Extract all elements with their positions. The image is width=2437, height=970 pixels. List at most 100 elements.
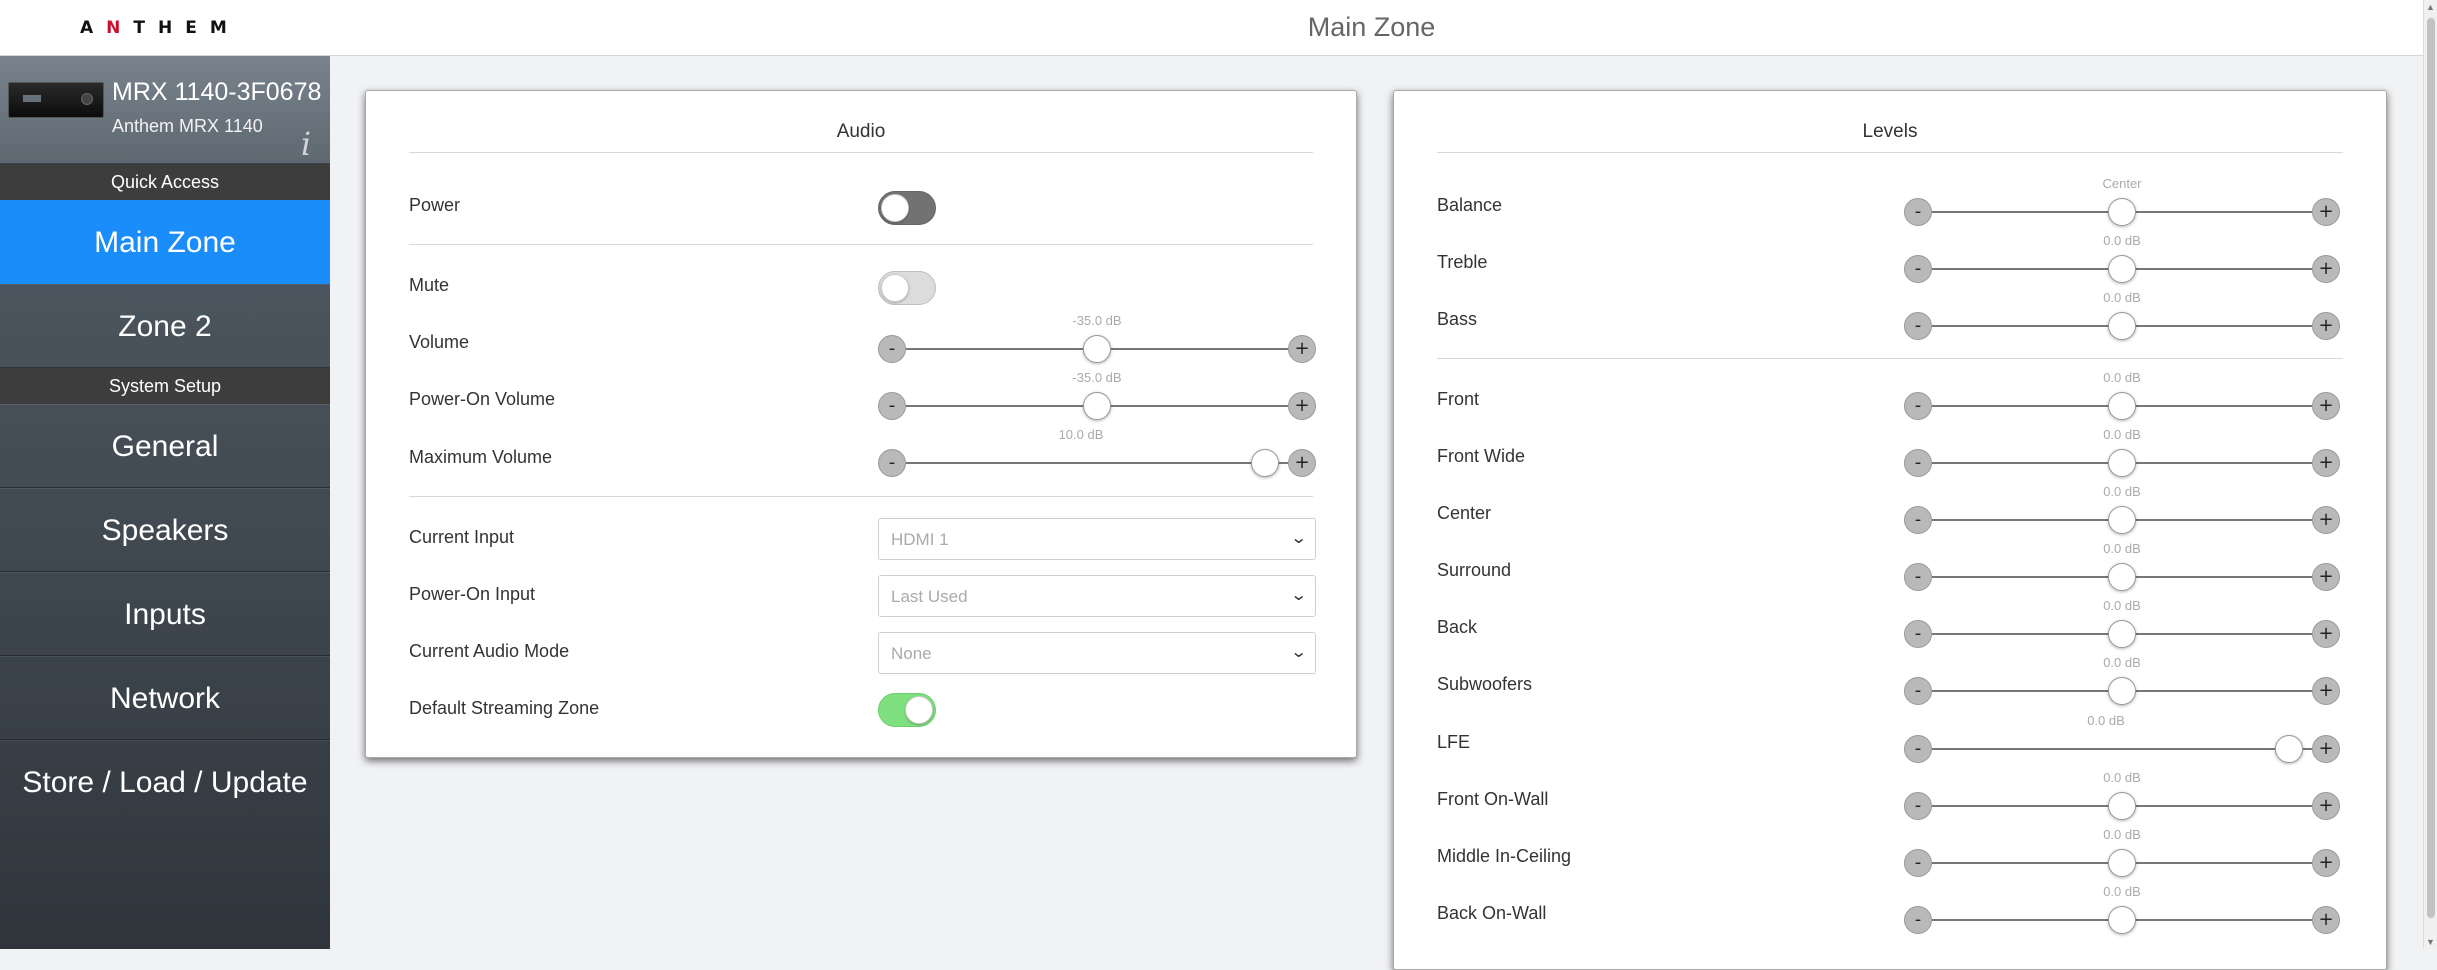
surround-slider-thumb[interactable] [2108, 563, 2136, 591]
bass-label: Bass [1437, 309, 1478, 329]
nav-inputs[interactable]: Inputs [0, 572, 330, 656]
slider-track[interactable] [1932, 748, 2312, 750]
power-on-input-value: Last Used [891, 587, 968, 606]
back-on-wall-value: 0.0 dB [2103, 884, 2141, 899]
volume-decrease-button[interactable]: - [878, 335, 906, 363]
bass-value: 0.0 dB [2103, 290, 2141, 305]
back-slider[interactable]: - 0.0 dB + [1904, 598, 2340, 648]
bass-increase-button[interactable]: + [2312, 312, 2340, 340]
balance-increase-button[interactable]: + [2312, 198, 2340, 226]
subwoofers-slider-thumb[interactable] [2108, 677, 2136, 705]
subwoofers-increase-button[interactable]: + [2312, 677, 2340, 705]
front-wide-slider-thumb[interactable] [2108, 449, 2136, 477]
toggle-knob [881, 274, 909, 302]
power-on-input-select[interactable]: Last Used ⌄ [878, 575, 1316, 617]
bass-slider[interactable]: - 0.0 dB + [1904, 290, 2340, 340]
current-audio-mode-select[interactable]: None ⌄ [878, 632, 1316, 674]
subwoofers-slider[interactable]: - 0.0 dB + [1904, 655, 2340, 705]
back-on-wall-increase-button[interactable]: + [2312, 906, 2340, 934]
scroll-down-icon[interactable]: ▼ [2426, 937, 2435, 947]
front-wide-decrease-button[interactable]: - [1904, 449, 1932, 477]
middle-in-ceiling-slider[interactable]: - 0.0 dB + [1904, 827, 2340, 877]
treble-slider-thumb[interactable] [2108, 255, 2136, 283]
surround-slider[interactable]: - 0.0 dB + [1904, 541, 2340, 591]
page-title: Main Zone [1307, 12, 1436, 42]
middle-in-ceiling-increase-button[interactable]: + [2312, 849, 2340, 877]
middle-in-ceiling-slider-thumb[interactable] [2108, 849, 2136, 877]
front-on-wall-slider[interactable]: - 0.0 dB + [1904, 770, 2340, 820]
back-on-wall-label: Back On-Wall [1437, 903, 1547, 923]
power-toggle[interactable] [878, 191, 936, 225]
maximum-volume-slider-thumb[interactable] [1251, 449, 1280, 477]
front-increase-button[interactable]: + [2312, 392, 2340, 420]
back-decrease-button[interactable]: - [1904, 620, 1932, 648]
back-on-wall-slider-thumb[interactable] [2108, 906, 2136, 934]
surround-label: Surround [1437, 560, 1512, 580]
power-on-volume-value: -35.0 dB [1072, 370, 1122, 385]
maximum-volume-increase-button[interactable]: + [1288, 449, 1316, 477]
center-slider-thumb[interactable] [2108, 506, 2136, 534]
back-on-wall-decrease-button[interactable]: - [1904, 906, 1932, 934]
power-on-volume-decrease-button[interactable]: - [878, 392, 906, 420]
scrollbar-thumb[interactable] [2427, 18, 2435, 918]
lfe-decrease-button[interactable]: - [1904, 735, 1932, 763]
balance-slider[interactable]: - Center + [1904, 176, 2340, 226]
power-on-volume-increase-button[interactable]: + [1288, 392, 1316, 420]
lfe-slider[interactable]: - 0.0 dB + [1904, 713, 2340, 763]
nav-network[interactable]: Network [0, 656, 330, 740]
nav-speakers[interactable]: Speakers [0, 488, 330, 572]
lfe-increase-button[interactable]: + [2312, 735, 2340, 763]
center-slider[interactable]: - 0.0 dB + [1904, 484, 2340, 534]
maximum-volume-label: Maximum Volume [409, 447, 553, 467]
lfe-slider-thumb[interactable] [2275, 735, 2304, 763]
slider-track[interactable] [906, 462, 1288, 464]
treble-slider[interactable]: - 0.0 dB + [1904, 233, 2340, 283]
power-on-volume-slider[interactable]: - -35.0 dB + [878, 370, 1316, 420]
front-slider-thumb[interactable] [2108, 392, 2136, 420]
front-on-wall-slider-thumb[interactable] [2108, 792, 2136, 820]
front-slider[interactable]: - 0.0 dB + [1904, 370, 2340, 420]
nav-general[interactable]: General [0, 404, 330, 488]
volume-slider-thumb[interactable] [1083, 335, 1111, 363]
bass-decrease-button[interactable]: - [1904, 312, 1932, 340]
surround-decrease-button[interactable]: - [1904, 563, 1932, 591]
lfe-value: 0.0 dB [2087, 713, 2125, 728]
center-increase-button[interactable]: + [2312, 506, 2340, 534]
bass-slider-thumb[interactable] [2108, 312, 2136, 340]
chevron-down-icon: ⌄ [1289, 644, 1308, 661]
back-on-wall-slider[interactable]: - 0.0 dB + [1904, 884, 2340, 934]
front-decrease-button[interactable]: - [1904, 392, 1932, 420]
front-wide-increase-button[interactable]: + [2312, 449, 2340, 477]
center-decrease-button[interactable]: - [1904, 506, 1932, 534]
maximum-volume-decrease-button[interactable]: - [878, 449, 906, 477]
front-on-wall-increase-button[interactable]: + [2312, 792, 2340, 820]
volume-increase-button[interactable]: + [1288, 335, 1316, 363]
subwoofers-decrease-button[interactable]: - [1904, 677, 1932, 705]
back-increase-button[interactable]: + [2312, 620, 2340, 648]
treble-decrease-button[interactable]: - [1904, 255, 1932, 283]
current-input-select[interactable]: HDMI 1 ⌄ [878, 518, 1316, 560]
levels-panel: Levels Balance - Center + Treble - 0.0 dB + Bass… [1393, 90, 2387, 970]
subwoofers-label: Subwoofers [1437, 674, 1533, 694]
front-on-wall-decrease-button[interactable]: - [1904, 792, 1932, 820]
balance-slider-thumb[interactable] [2108, 198, 2136, 226]
treble-increase-button[interactable]: + [2312, 255, 2340, 283]
current-audio-mode-label: Current Audio Mode [409, 641, 570, 661]
volume-slider[interactable]: - -35.0 dB + [878, 313, 1316, 363]
front-wide-slider[interactable]: - 0.0 dB + [1904, 427, 2340, 477]
default-streaming-zone-toggle[interactable] [878, 693, 936, 727]
chevron-down-icon: ⌄ [1289, 587, 1308, 604]
vertical-scrollbar[interactable]: ▲ ▼ [2423, 0, 2437, 949]
maximum-volume-slider[interactable]: - 10.0 dB + [878, 427, 1316, 477]
middle-in-ceiling-decrease-button[interactable]: - [1904, 849, 1932, 877]
nav-zone-2[interactable]: Zone 2 [0, 284, 330, 368]
power-on-volume-slider-thumb[interactable] [1083, 392, 1111, 420]
mute-toggle[interactable] [878, 271, 936, 305]
surround-increase-button[interactable]: + [2312, 563, 2340, 591]
back-slider-thumb[interactable] [2108, 620, 2136, 648]
nav-store-load-update[interactable]: Store / Load / Update [0, 740, 330, 824]
balance-decrease-button[interactable]: - [1904, 198, 1932, 226]
nav-main-zone[interactable]: Main Zone [0, 200, 330, 284]
scroll-up-icon[interactable]: ▲ [2426, 2, 2435, 12]
info-icon[interactable]: i [292, 126, 320, 162]
